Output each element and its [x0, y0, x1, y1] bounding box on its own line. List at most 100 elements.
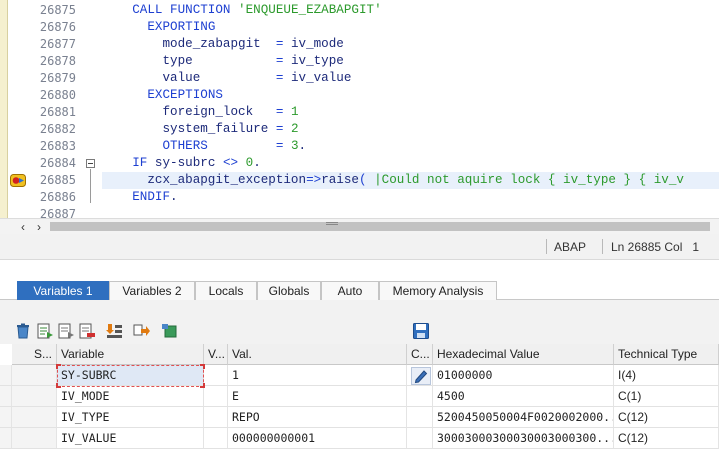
- fold-column: [80, 0, 102, 218]
- code-editor[interactable]: 26875 26876 26877 26878 26879 26880 26881 26882…: [0, 0, 719, 218]
- tab-label: Variables 2: [122, 284, 182, 298]
- column-header-change[interactable]: C...: [407, 344, 433, 365]
- code-token: iv_value: [283, 71, 352, 85]
- remove-variables-icon[interactable]: [78, 322, 96, 340]
- tab-variables-2[interactable]: Variables 2: [109, 281, 195, 300]
- code-token: iv_mode: [283, 37, 344, 51]
- v-cell: [204, 365, 228, 386]
- column-header-variable[interactable]: Variable: [57, 344, 204, 365]
- status-separator: [546, 239, 547, 254]
- pencil-icon: [414, 370, 428, 384]
- horizontal-scrollbar[interactable]: ‹ ›: [0, 218, 719, 234]
- code-line[interactable]: OTHERS = 3.: [102, 138, 719, 155]
- copy-variables-icon[interactable]: [57, 322, 75, 340]
- hex-value-cell[interactable]: 4500: [433, 386, 614, 407]
- variable-cell[interactable]: IV_TYPE: [57, 407, 204, 428]
- technical-type-cell[interactable]: C(1): [614, 386, 719, 407]
- scrollbar-thumb[interactable]: [50, 222, 710, 231]
- tab-label: Auto: [337, 284, 363, 298]
- selection-corner: [56, 364, 61, 369]
- technical-type-cell[interactable]: C(12): [614, 428, 719, 449]
- code-token: |Could not aquire lock { iv_type } { iv_…: [374, 173, 684, 187]
- change-cell: [407, 386, 433, 407]
- sort-icon[interactable]: [105, 322, 123, 340]
- hex-value-cell[interactable]: 5200450050004F0020002000...: [433, 407, 614, 428]
- transfer-icon[interactable]: [132, 322, 150, 340]
- breakpoint-gutter[interactable]: [0, 0, 8, 218]
- selection-corner: [56, 383, 61, 388]
- tab-memory-analysis[interactable]: Memory Analysis: [379, 281, 497, 300]
- code-token: 2: [290, 122, 299, 136]
- export-icon[interactable]: [160, 322, 178, 340]
- tab-globals[interactable]: Globals: [257, 281, 321, 300]
- line-number: 26878: [39, 54, 76, 68]
- line-number: 26880: [39, 88, 76, 102]
- code-token: foreign_lock: [102, 105, 276, 119]
- technical-type-cell[interactable]: I(4): [614, 365, 719, 386]
- technical-type-cell[interactable]: C(12): [614, 407, 719, 428]
- code-line[interactable]: system_failure = 2: [102, 121, 719, 138]
- value-cell[interactable]: E: [228, 386, 407, 407]
- delete-icon[interactable]: [14, 322, 32, 340]
- hex-value-cell[interactable]: 01000000: [433, 365, 614, 386]
- code-token: 1: [290, 105, 299, 119]
- column-header-value[interactable]: Val.: [228, 344, 407, 365]
- line-number: 26881: [39, 105, 76, 119]
- code-line[interactable]: EXCEPTIONS: [102, 87, 719, 104]
- status-cell: [12, 386, 57, 407]
- import-variables-icon[interactable]: [36, 322, 54, 340]
- variables-grid: S... Variable V... Val. C... Hexadecimal…: [0, 344, 719, 453]
- column-header-hex-value[interactable]: Hexadecimal Value: [433, 344, 614, 365]
- code-token: CALL FUNCTION: [132, 3, 239, 17]
- scroll-left-icon[interactable]: ‹: [16, 219, 30, 235]
- cursor-position: Ln 26885 Col 1: [611, 240, 700, 254]
- edit-value-button[interactable]: [411, 367, 431, 385]
- code-token: EXPORTING: [147, 20, 216, 34]
- code-line[interactable]: foreign_lock = 1: [102, 104, 719, 121]
- line-number: 26877: [39, 37, 76, 51]
- code-text-area[interactable]: CALL FUNCTION 'ENQUEUE_EZABAPGIT' EXPORT…: [102, 0, 719, 218]
- variable-cell[interactable]: SY-SUBRC: [57, 365, 204, 386]
- column-header-status[interactable]: S...: [12, 344, 57, 365]
- value-cell[interactable]: 1: [228, 365, 407, 386]
- code-line[interactable]: mode_zabapgit = iv_mode: [102, 36, 719, 53]
- selection-corner: [200, 364, 205, 369]
- code-line[interactable]: [102, 206, 719, 218]
- tab-locals[interactable]: Locals: [195, 281, 257, 300]
- save-icon[interactable]: [412, 322, 430, 340]
- change-cell: [407, 428, 433, 449]
- code-line[interactable]: CALL FUNCTION 'ENQUEUE_EZABAPGIT': [102, 2, 719, 19]
- tab-variables-1[interactable]: Variables 1: [17, 281, 109, 300]
- line-number: 26876: [39, 20, 76, 34]
- value-cell[interactable]: REPO: [228, 407, 407, 428]
- scroll-right-icon[interactable]: ›: [32, 219, 46, 235]
- debugger-tab-bar: Variables 1 Variables 2 Locals Globals A…: [0, 280, 719, 300]
- column-header-technical-type[interactable]: Technical Type: [614, 344, 719, 365]
- code-line[interactable]: IF sy-subrc <> 0.: [102, 155, 719, 172]
- debugger-current-line-icon: [10, 174, 26, 187]
- code-line[interactable]: value = iv_value: [102, 70, 719, 87]
- code-line[interactable]: ENDIF.: [102, 189, 719, 206]
- fold-toggle-icon[interactable]: [86, 159, 95, 168]
- code-line[interactable]: zcx_abapgit_exception=>raise( |Could not…: [102, 172, 719, 189]
- code-line[interactable]: type = iv_type: [102, 53, 719, 70]
- selection-corner: [200, 383, 205, 388]
- status-bar: ABAP Ln 26885 Col 1: [0, 234, 719, 260]
- value-cell[interactable]: 000000000001: [228, 428, 407, 449]
- tab-label: Variables 1: [33, 284, 93, 298]
- column-header-v[interactable]: V...: [204, 344, 228, 365]
- variable-cell[interactable]: IV_MODE: [57, 386, 204, 407]
- code-line[interactable]: EXPORTING: [102, 19, 719, 36]
- variable-cell[interactable]: IV_VALUE: [57, 428, 204, 449]
- hex-value-cell[interactable]: 30003000300030003000300...: [433, 428, 614, 449]
- tab-auto[interactable]: Auto: [321, 281, 379, 300]
- code-token: 'ENQUEUE_EZABAPGIT': [238, 3, 382, 17]
